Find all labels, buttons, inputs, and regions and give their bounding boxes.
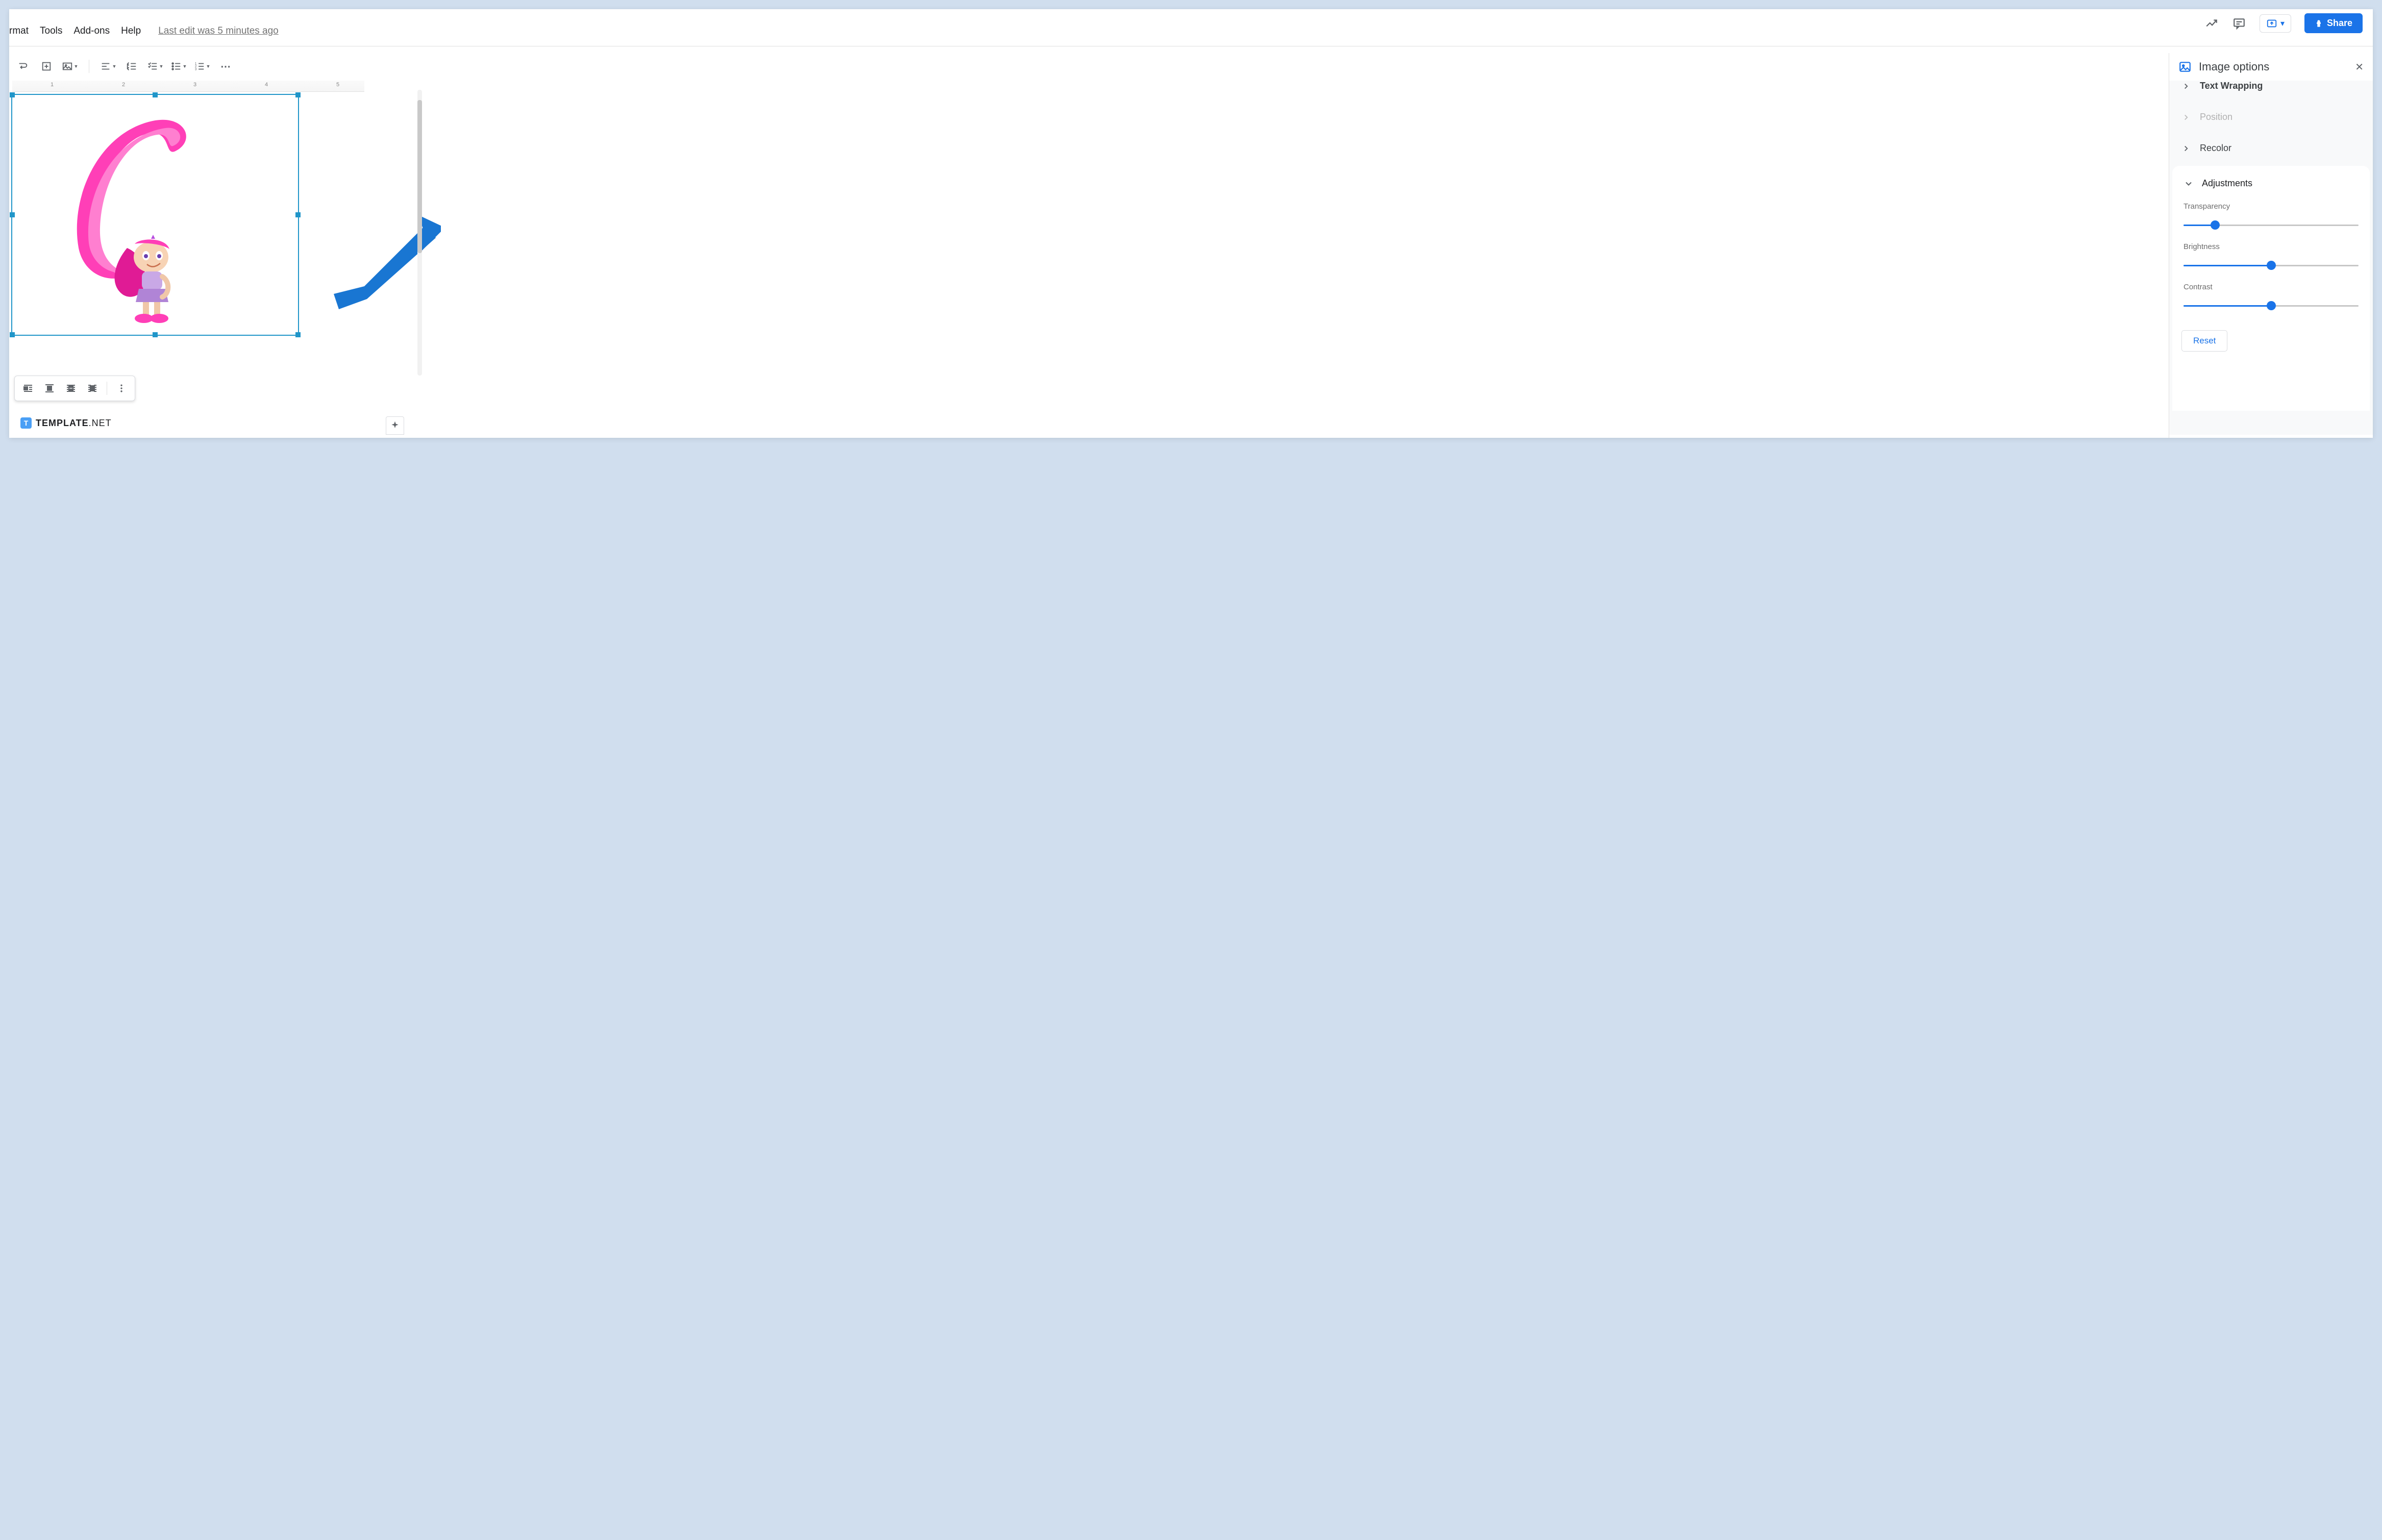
- toolbar: ▼ ▼ ▼ ▼ 123▼ ⋯ ▾: [9, 53, 2373, 80]
- vertical-scrollbar[interactable]: [417, 90, 422, 376]
- section-adjustments: Adjustments Transparency Brightness: [2172, 166, 2370, 411]
- handle-bottom[interactable]: [153, 332, 158, 337]
- template-logo-icon: T: [20, 417, 32, 429]
- slider-thumb[interactable]: [2211, 220, 2220, 230]
- section-position[interactable]: Position: [2169, 102, 2373, 133]
- slider-thumb[interactable]: [2267, 261, 2276, 270]
- ruler-mark: 4: [265, 82, 268, 88]
- image-selection[interactable]: [12, 95, 298, 335]
- image-icon[interactable]: ▼: [61, 58, 79, 75]
- section-label: Position: [2200, 112, 2232, 122]
- panel-header: Image options ✕: [2169, 53, 2373, 81]
- brightness-slider[interactable]: [2184, 262, 2359, 269]
- wrap-break-icon[interactable]: [40, 379, 59, 398]
- checklist-icon[interactable]: ▼: [146, 58, 164, 75]
- reset-button[interactable]: Reset: [2181, 330, 2227, 352]
- toolbar-left: ▼ ▼ ▼ ▼ 123▼ ⋯: [14, 58, 234, 75]
- transparency-slider[interactable]: [2184, 222, 2359, 229]
- contrast-label: Contrast: [2184, 283, 2359, 291]
- handle-bottom-right[interactable]: [295, 332, 301, 337]
- brightness-label: Brightness: [2184, 242, 2359, 251]
- wrap-behind-icon[interactable]: [62, 379, 80, 398]
- document-canvas[interactable]: [12, 95, 364, 370]
- transparency-control: Transparency: [2181, 198, 2361, 238]
- panel-body: Text Wrapping Position Recolor Adjustmen…: [2169, 81, 2373, 435]
- close-panel-button[interactable]: ✕: [2355, 61, 2364, 73]
- adjustments-label: Adjustments: [2202, 178, 2252, 189]
- adjustments-header[interactable]: Adjustments: [2181, 176, 2361, 198]
- edit-status[interactable]: Last edit was 5 minutes ago: [158, 26, 279, 37]
- menu-bar: rmat Tools Add-ons Help Last edit was 5 …: [9, 26, 279, 37]
- more-icon[interactable]: ⋯: [217, 58, 234, 75]
- present-button[interactable]: ▾: [2260, 14, 2291, 33]
- bullet-list-icon[interactable]: ▼: [170, 58, 187, 75]
- menu-tools[interactable]: Tools: [40, 26, 62, 37]
- section-label: Text Wrapping: [2200, 81, 2263, 91]
- section-recolor[interactable]: Recolor: [2169, 133, 2373, 164]
- slider-thumb[interactable]: [2267, 301, 2276, 310]
- header-actions: ▾ Share: [2204, 13, 2363, 33]
- wrap-front-icon[interactable]: [83, 379, 102, 398]
- handle-top-left[interactable]: [10, 92, 15, 97]
- ruler-mark: 2: [122, 82, 125, 88]
- comments-icon[interactable]: [2232, 16, 2246, 31]
- handle-bottom-left[interactable]: [10, 332, 15, 337]
- section-label: Recolor: [2200, 143, 2231, 154]
- scrollbar-thumb[interactable]: [417, 100, 422, 253]
- handle-top[interactable]: [153, 92, 158, 97]
- explore-button[interactable]: [386, 416, 404, 435]
- ruler[interactable]: 1 2 3 4 5: [12, 81, 364, 92]
- contrast-slider[interactable]: [2184, 303, 2359, 310]
- ruler-mark: 1: [51, 82, 54, 88]
- transparency-label: Transparency: [2184, 202, 2359, 211]
- svg-text:3: 3: [194, 67, 196, 71]
- panel-title: Image options: [2199, 60, 2348, 73]
- contrast-control: Contrast: [2181, 279, 2361, 319]
- share-button[interactable]: Share: [2304, 13, 2363, 33]
- ruler-mark: 3: [193, 82, 196, 88]
- image-options-icon: [2178, 60, 2192, 73]
- handle-right[interactable]: [295, 212, 301, 217]
- menu-format[interactable]: rmat: [9, 26, 29, 37]
- insert-comment-icon[interactable]: [38, 58, 55, 75]
- selected-image[interactable]: [38, 105, 211, 325]
- section-text-wrapping[interactable]: Text Wrapping: [2169, 81, 2373, 102]
- align-icon[interactable]: ▼: [100, 58, 117, 75]
- handle-left[interactable]: [10, 212, 15, 217]
- watermark: T TEMPLATE.NET: [20, 417, 112, 429]
- activity-icon[interactable]: [2204, 16, 2219, 31]
- image-options-panel: Image options ✕ Text Wrapping Position R…: [2169, 53, 2373, 438]
- watermark-text: TEMPLATE.NET: [36, 418, 112, 429]
- line-spacing-icon[interactable]: [123, 58, 140, 75]
- more-options-icon[interactable]: [112, 379, 131, 398]
- share-label: Share: [2327, 18, 2352, 29]
- menu-addons[interactable]: Add-ons: [73, 26, 110, 37]
- wrap-text-icon[interactable]: [14, 58, 32, 75]
- brightness-control: Brightness: [2181, 238, 2361, 279]
- image-align-toolbar: [14, 376, 135, 401]
- wrap-inline-icon[interactable]: [19, 379, 37, 398]
- app-frame: rmat Tools Add-ons Help Last edit was 5 …: [9, 9, 2373, 438]
- menu-help[interactable]: Help: [121, 26, 141, 37]
- handle-top-right[interactable]: [295, 92, 301, 97]
- ruler-mark: 5: [336, 82, 339, 88]
- numbered-list-icon[interactable]: 123▼: [193, 58, 211, 75]
